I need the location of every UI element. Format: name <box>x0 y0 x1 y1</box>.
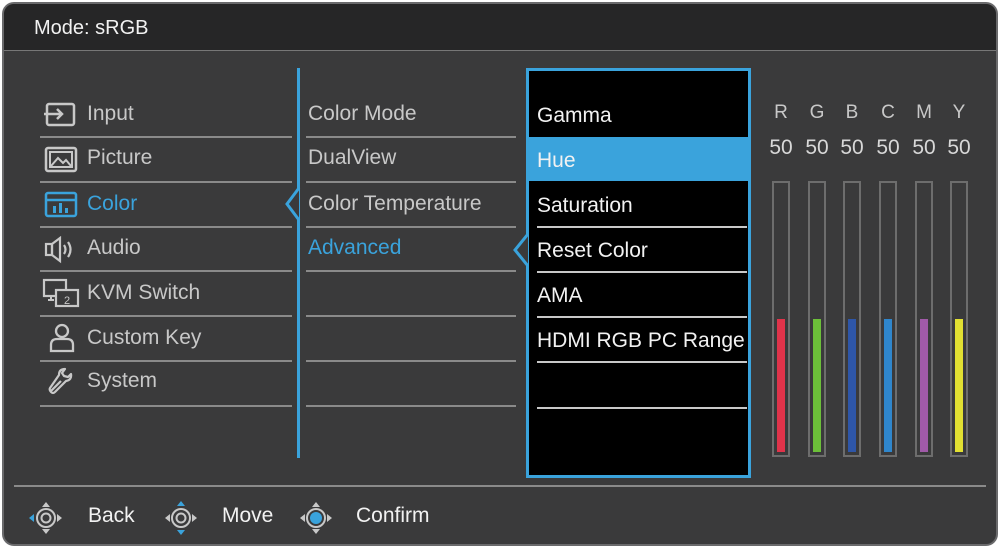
hue-channel-value-r: 50 <box>769 136 793 159</box>
selection-caret-icon <box>285 188 301 220</box>
osd-window: Mode: sRGB Input Picture Color Audio 2 K… <box>2 2 998 546</box>
hue-channel-bar-r[interactable] <box>772 181 790 457</box>
hue-channel-bar-y[interactable] <box>950 181 968 457</box>
column-divider <box>297 68 300 458</box>
hue-channel-value-b: 50 <box>840 136 864 159</box>
hue-channel-value-m: 50 <box>912 136 936 159</box>
submenu-label-reset-color: Reset Color <box>537 239 648 262</box>
menu-label-kvm-switch: KVM Switch <box>87 281 201 304</box>
hue-channel-label-b: B <box>845 102 859 123</box>
menu-item-color[interactable]: Color <box>40 180 292 225</box>
menu-label-dualview: DualView <box>308 146 397 169</box>
system-icon <box>48 367 73 395</box>
submenu-item-saturation[interactable]: Saturation <box>529 183 748 228</box>
hue-channel-fill-y <box>955 319 963 452</box>
menu-divider <box>306 405 516 407</box>
menu-item-color-mode[interactable]: Color Mode <box>306 90 516 135</box>
submenu-divider <box>537 407 747 409</box>
footer-divider <box>14 485 986 487</box>
menu-item-audio[interactable]: Audio <box>40 225 292 270</box>
menu-item-advanced[interactable]: Advanced <box>306 225 516 270</box>
submenu-item-hue[interactable]: Hue <box>529 137 748 182</box>
footer-back-label: Back <box>88 504 135 527</box>
hue-channel-fill-m <box>920 319 928 452</box>
submenu-label-gamma: Gamma <box>537 104 612 127</box>
submenu-label-saturation: Saturation <box>537 194 633 217</box>
menu-label-picture: Picture <box>87 146 153 169</box>
hue-channel-label-y: Y <box>952 102 966 123</box>
kvm-switch-icon: 2 <box>42 278 80 308</box>
submenu-item-hdmi-rgb-pc-range[interactable]: HDMI RGB PC Range <box>529 318 748 363</box>
menu-divider <box>40 405 292 407</box>
menu-label-audio: Audio <box>87 236 141 259</box>
move-key-icon[interactable] <box>161 498 201 538</box>
hue-channel-value-y: 50 <box>947 136 971 159</box>
hue-channel-fill-g <box>813 319 821 452</box>
hue-channel-bar-g[interactable] <box>808 181 826 457</box>
color-icon <box>44 191 78 218</box>
menu-item-picture[interactable]: Picture <box>40 135 292 180</box>
hue-channel-fill-b <box>848 319 856 452</box>
footer-confirm-label: Confirm <box>356 504 430 527</box>
submenu-item-gamma[interactable]: Gamma <box>529 93 748 138</box>
hue-channel-label-c: C <box>881 102 895 123</box>
mode-title: Mode: sRGB <box>34 17 149 39</box>
hue-channel-label-m: M <box>916 102 932 123</box>
selection-caret-icon <box>513 234 528 266</box>
svg-text:2: 2 <box>64 295 70 307</box>
menu-item-system[interactable]: System <box>40 358 292 403</box>
footer-move-label: Move <box>222 504 274 527</box>
submenu-label-ama: AMA <box>537 284 583 307</box>
menu-item-input[interactable]: Input <box>40 90 292 135</box>
menu-label-system: System <box>87 369 158 392</box>
menu-item-custom-key[interactable]: Custom Key <box>40 314 292 359</box>
hue-channel-fill-c <box>884 319 892 452</box>
title-bar: Mode: sRGB <box>4 4 996 51</box>
submenu-item-reset-color[interactable]: Reset Color <box>529 228 748 273</box>
hue-channel-label-r: R <box>774 102 788 123</box>
menu-divider <box>306 360 516 362</box>
submenu-item-ama[interactable]: AMA <box>529 273 748 318</box>
menu-label-color-temperature: Color Temperature <box>308 192 482 215</box>
menu-item-kvm-switch[interactable]: 2 KVM Switch <box>40 270 292 315</box>
menu-item-color-temperature[interactable]: Color Temperature <box>306 180 516 225</box>
menu-label-input: Input <box>87 102 134 125</box>
input-icon <box>44 102 76 127</box>
hue-channel-label-g: G <box>809 102 825 123</box>
menu-label-color: Color <box>87 192 138 215</box>
menu-label-advanced: Advanced <box>308 236 402 259</box>
custom-key-icon <box>49 323 75 353</box>
submenu-label-hdmi-rgb-pc-range: HDMI RGB PC Range <box>537 329 745 352</box>
menu-label-color-mode: Color Mode <box>308 102 417 125</box>
hue-channel-value-c: 50 <box>876 136 900 159</box>
hue-channel-fill-r <box>777 319 785 452</box>
hue-channel-bar-m[interactable] <box>915 181 933 457</box>
hue-channel-bar-b[interactable] <box>843 181 861 457</box>
menu-divider <box>306 315 516 317</box>
menu-divider <box>306 270 516 272</box>
picture-icon <box>44 146 78 173</box>
audio-icon <box>44 236 72 264</box>
advanced-submenu: Gamma Hue Saturation Reset Color AMA HDM… <box>526 68 751 478</box>
menu-label-custom-key: Custom Key <box>87 326 202 349</box>
back-key-icon[interactable] <box>26 498 66 538</box>
hue-channel-value-g: 50 <box>805 136 829 159</box>
hue-channel-bar-c[interactable] <box>879 181 897 457</box>
confirm-key-icon[interactable] <box>296 498 336 538</box>
submenu-label-hue: Hue <box>537 149 576 172</box>
submenu-divider <box>537 361 747 363</box>
menu-item-dualview[interactable]: DualView <box>306 135 516 180</box>
